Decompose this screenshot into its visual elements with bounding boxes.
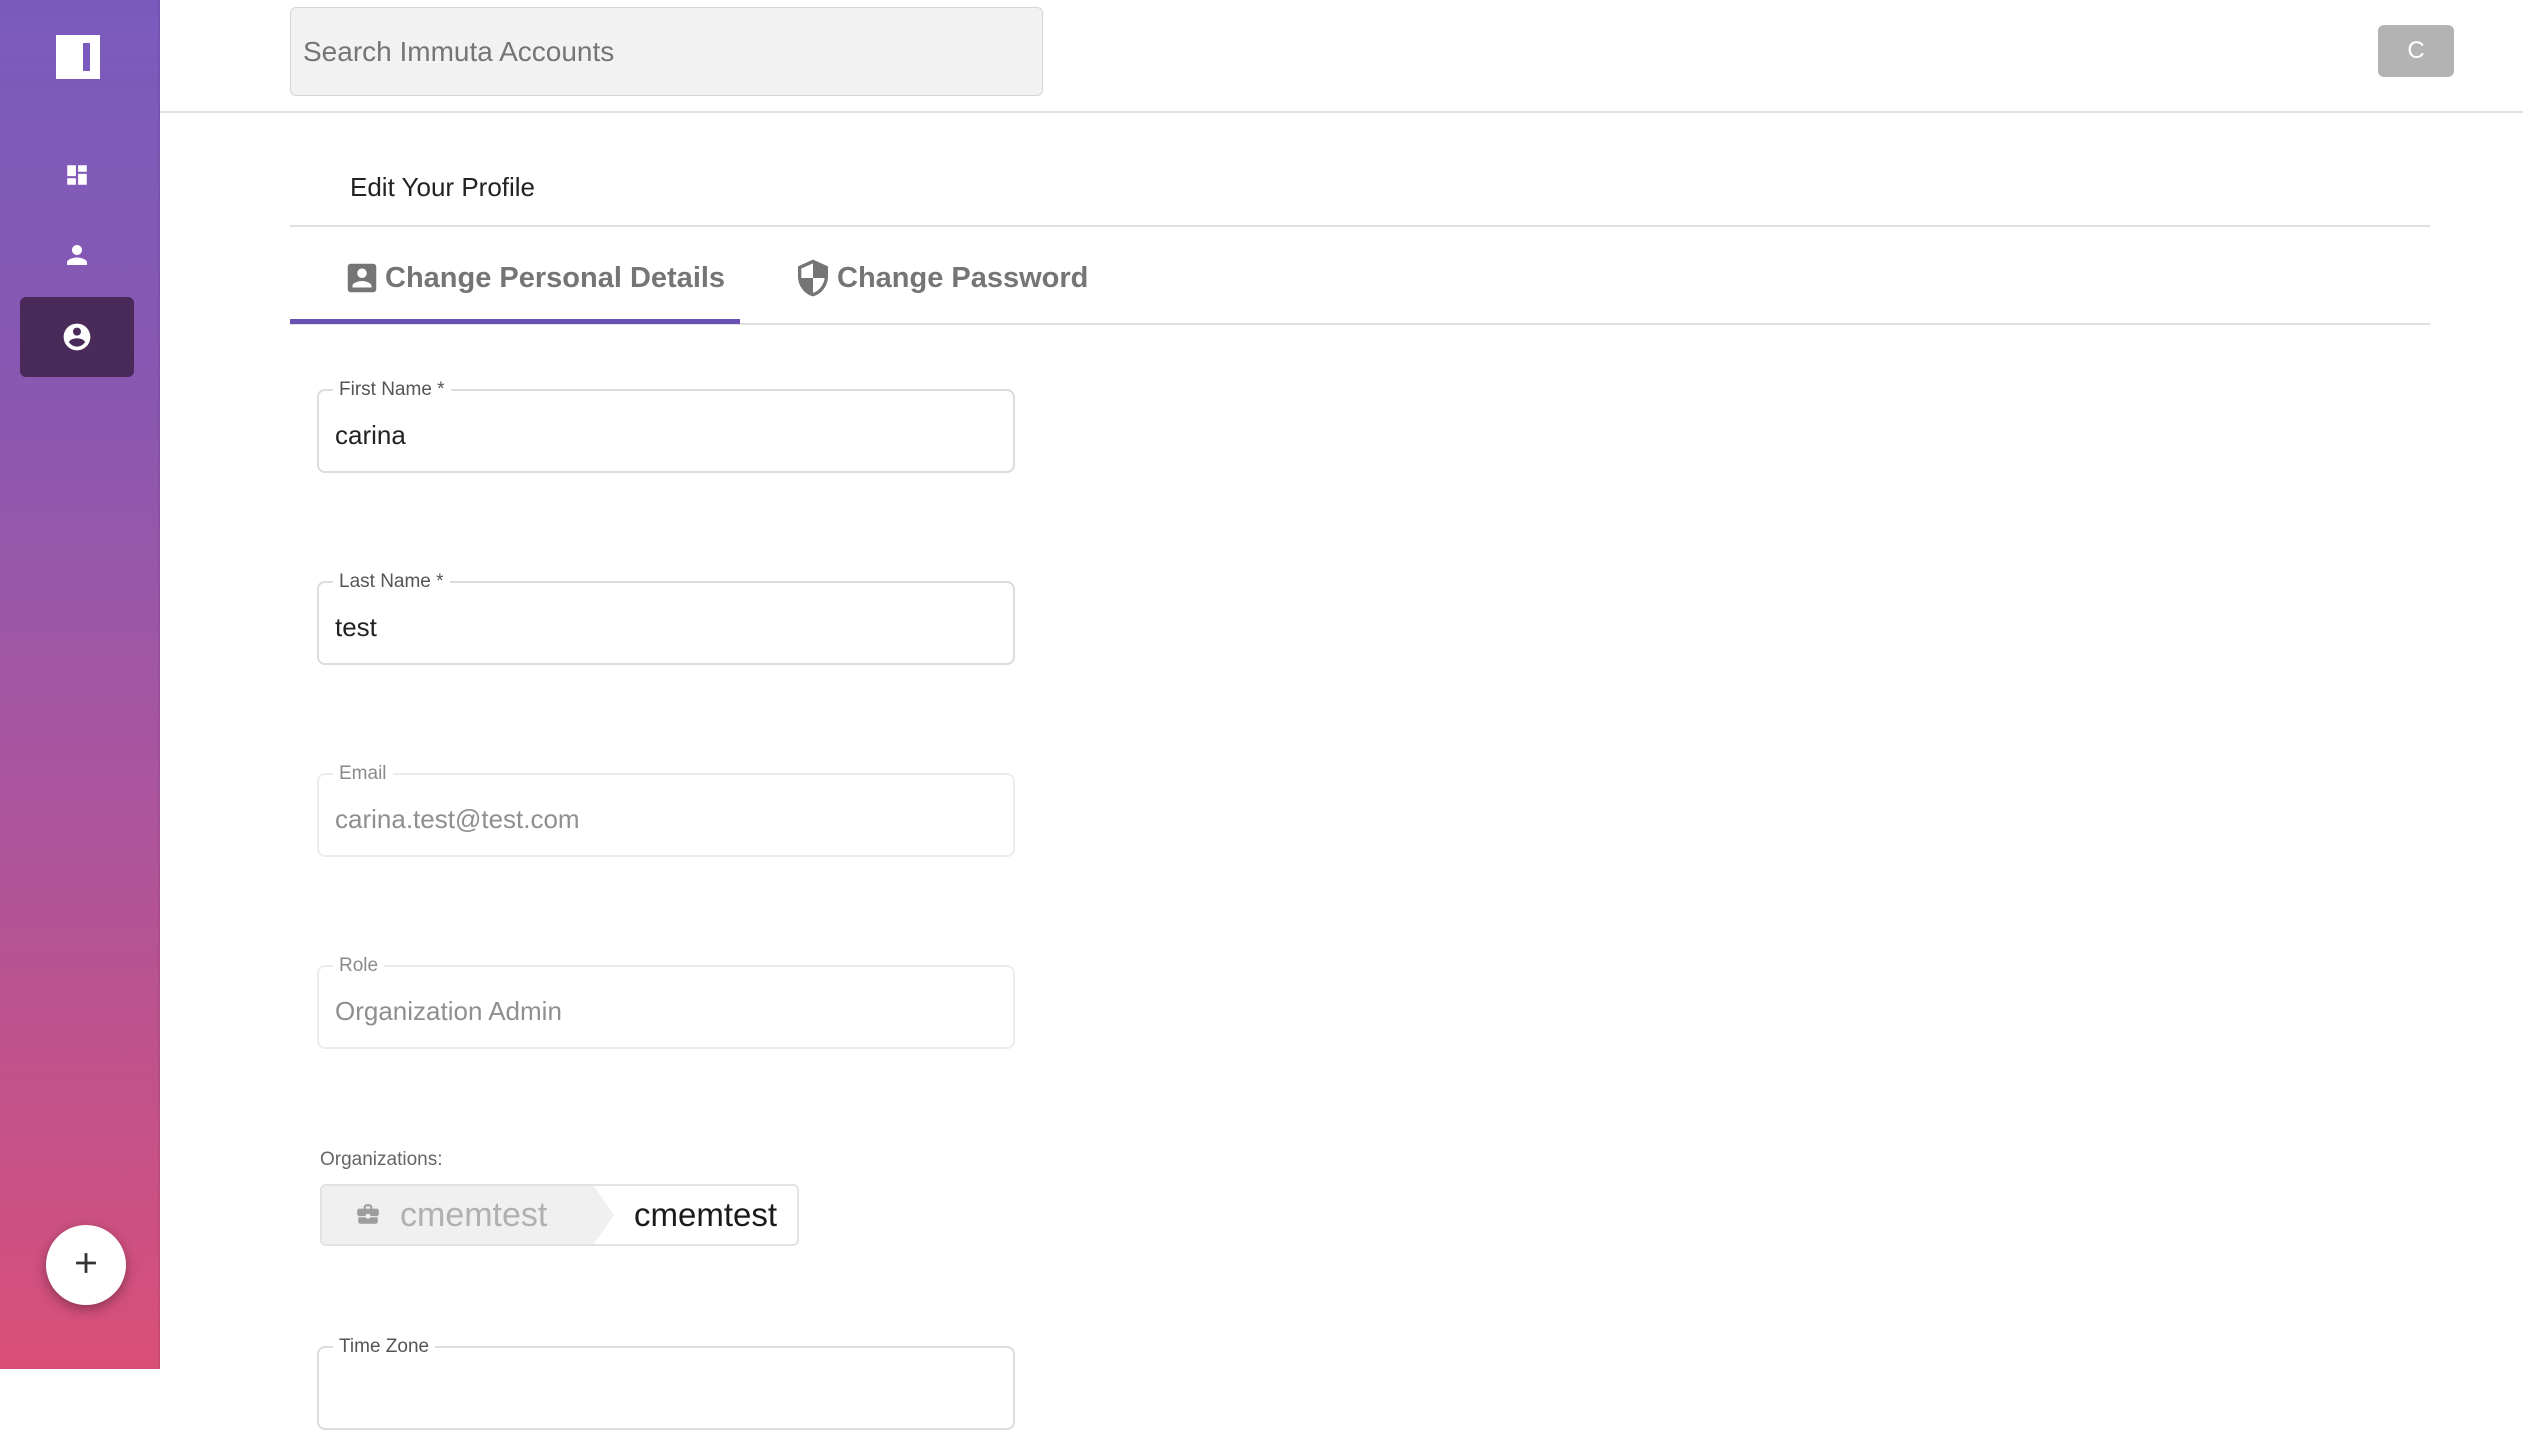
time-zone-label: Time Zone (339, 1336, 430, 1357)
org-name: cmemtest (634, 1196, 778, 1233)
role-label: Role (339, 955, 379, 976)
organizations-label: Organizations: (320, 1149, 443, 1170)
search-input[interactable] (291, 8, 1042, 95)
person-icon (62, 240, 92, 270)
role-input (335, 986, 995, 1036)
shield-icon (793, 256, 833, 300)
account-box-icon (343, 259, 381, 297)
briefcase-icon (355, 1201, 381, 1232)
first-name-field: First Name * (317, 380, 1015, 473)
avatar-initial: C (2407, 37, 2425, 64)
email-input (335, 794, 995, 844)
add-button[interactable] (46, 1225, 126, 1305)
last-name-label: Last Name * (339, 571, 444, 592)
role-field: Role (317, 956, 1015, 1049)
tab-label: Change Password (837, 261, 1089, 294)
last-name-field: Last Name * (317, 572, 1015, 665)
top-bar: C (160, 0, 2523, 113)
email-label: Email (339, 763, 387, 784)
first-name-label: First Name * (339, 379, 445, 400)
page-title: Edit Your Profile (350, 172, 536, 202)
org-parent-name: cmemtest (400, 1196, 548, 1234)
sidebar-item-profile[interactable] (20, 297, 134, 377)
breadcrumb-arrow (594, 1186, 614, 1244)
title-divider (290, 225, 2430, 227)
user-avatar-button[interactable]: C (2378, 25, 2454, 77)
tab-label: Change Personal Details (385, 261, 726, 294)
last-name-input[interactable] (335, 602, 995, 652)
time-zone-field: Time Zone (317, 1337, 1015, 1430)
plus-icon (69, 1246, 103, 1285)
sidebar (0, 0, 160, 1369)
account-circle-icon (61, 321, 93, 353)
time-zone-input[interactable] (335, 1367, 995, 1417)
dashboard-icon (64, 162, 90, 188)
tab-change-personal-details[interactable]: Change Personal Details (343, 236, 725, 320)
sidebar-item-dashboard[interactable] (20, 135, 134, 215)
active-tab-indicator (290, 319, 740, 324)
search-box[interactable] (290, 7, 1043, 96)
tab-change-password[interactable]: Change Password (793, 236, 1088, 320)
organization-chip[interactable]: cmemtest cmemtest (320, 1184, 799, 1246)
logo-bar (83, 43, 90, 71)
email-field: Email (317, 764, 1015, 857)
first-name-input[interactable] (335, 410, 995, 460)
sidebar-item-users[interactable] (20, 215, 134, 295)
immuta-logo[interactable] (56, 35, 100, 79)
